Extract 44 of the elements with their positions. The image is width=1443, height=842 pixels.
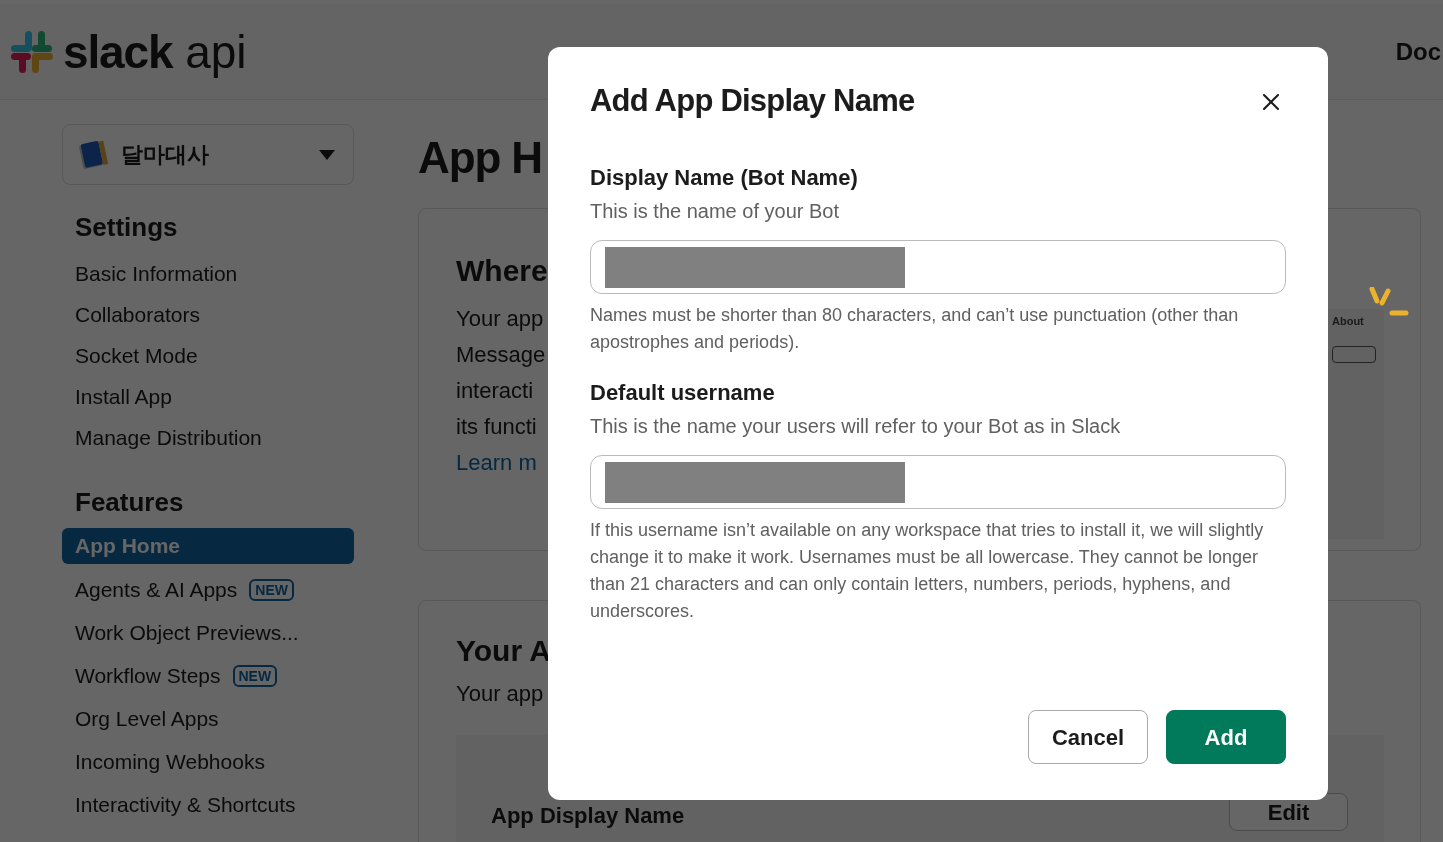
sidebar-section-title: Settings bbox=[74, 211, 179, 244]
field-label: Display Name (Bot Name) bbox=[590, 164, 859, 192]
card-text: Your app bbox=[456, 680, 545, 708]
field-help-text: If this username isn’t available on any workspace that tries to install it, we will slightly change it to make it work. Usernames must be all lowercase. They cannot be longer than 21 characters and can only contain letters, numbers, periods, hyphens, and underscores. bbox=[590, 519, 1265, 623]
preview-button-icon bbox=[1332, 345, 1376, 363]
add-button[interactable]: Add bbox=[1166, 710, 1286, 764]
caret-icon bbox=[319, 149, 335, 160]
cancel-button[interactable]: Cancel bbox=[1028, 710, 1148, 764]
sidebar-item[interactable]: Org Level Apps bbox=[62, 697, 354, 740]
dialog-title: Add App Display Name bbox=[590, 82, 915, 120]
sidebar-item[interactable]: Basic Information bbox=[62, 253, 354, 294]
sidebar-item[interactable]: Agents & AI Apps NEW bbox=[62, 568, 354, 611]
slack-logo-icon bbox=[11, 30, 53, 73]
sidebar-item[interactable]: App Home bbox=[62, 528, 354, 564]
field-description: This is the name your users will refer to your Bot as in Slack bbox=[590, 414, 1122, 439]
input-field[interactable] bbox=[590, 455, 1286, 509]
card-text-line: interacti bbox=[456, 377, 534, 405]
page-title: App H bbox=[418, 132, 543, 184]
sidebar-item[interactable]: Work Object Previews... bbox=[62, 611, 354, 654]
card-text-line: Message bbox=[456, 341, 546, 369]
sidebar-item[interactable]: Incoming Webhooks bbox=[62, 740, 354, 783]
field-help-text: Names must be shorter than 80 characters, and can’t use punctuation (other than apostrophes and periods). bbox=[590, 304, 1240, 354]
card-heading: Where bbox=[456, 253, 548, 289]
sidebar-item[interactable]: Workflow Steps NEW bbox=[62, 654, 354, 697]
new-badge: NEW bbox=[232, 664, 278, 687]
card-heading: Your A bbox=[456, 633, 552, 669]
sidebar-item[interactable]: Interactivity & Shortcuts bbox=[62, 783, 354, 826]
learn-more-link[interactable]: Learn m bbox=[456, 445, 537, 481]
app-selector[interactable]: 달마대사 bbox=[62, 124, 354, 185]
sidebar-item[interactable]: Install App bbox=[62, 376, 354, 417]
row-label: App Display Name bbox=[491, 802, 685, 830]
book-icon bbox=[77, 138, 109, 171]
docs-link[interactable]: Doc bbox=[1395, 33, 1441, 70]
field-description: This is the name of your Bot bbox=[590, 199, 840, 224]
field-label: Default username bbox=[590, 379, 776, 407]
card-text-line: its functi bbox=[456, 413, 537, 441]
sidebar-item[interactable]: Collaborators bbox=[62, 294, 354, 335]
sidebar-section-title: Features bbox=[74, 486, 185, 519]
new-badge: NEW bbox=[249, 578, 294, 601]
card-text-line: Your app bbox=[456, 305, 544, 333]
sidebar-item[interactable]: Socket Mode bbox=[62, 335, 354, 376]
about-label: About bbox=[1332, 314, 1364, 329]
input-field[interactable] bbox=[590, 240, 1286, 294]
sidebar-item[interactable]: Manage Distribution bbox=[62, 417, 354, 458]
